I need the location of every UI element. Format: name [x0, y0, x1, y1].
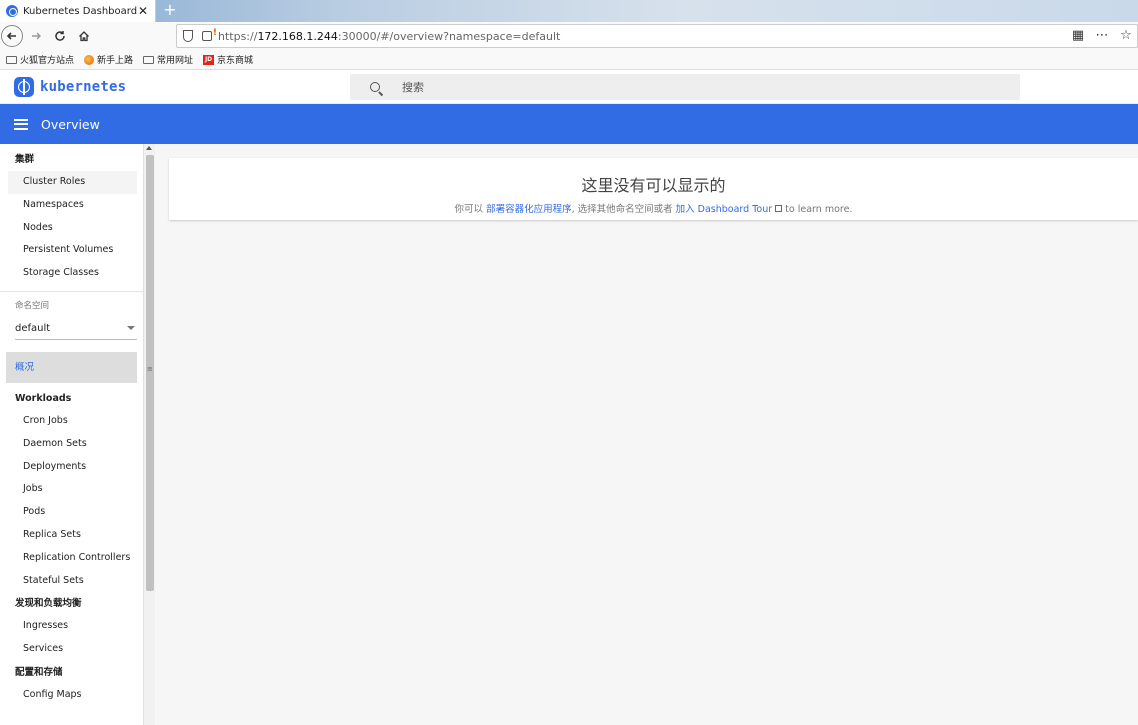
shield-icon[interactable] [183, 30, 193, 42]
search-bar[interactable] [350, 74, 1020, 100]
sidebar-divider [0, 290, 143, 292]
deploy-app-link[interactable]: 部署容器化应用程序 [486, 204, 572, 215]
sidebar-item-stateful-sets[interactable]: Stateful Sets [8, 570, 137, 593]
sidebar-item-replication-controllers[interactable]: Replication Controllers [8, 547, 137, 570]
bookmark-firefox-official[interactable]: 火狐官方站点 [6, 53, 74, 66]
page-toolbar: Overview [0, 104, 1138, 144]
bookmark-jd[interactable]: JD 京东商城 [203, 53, 253, 66]
main-content: 这里没有可以显示的 你可以 部署容器化应用程序, 选择其他命名空间或者 加入 D… [155, 144, 1138, 725]
sidebar-section-discovery[interactable]: 发现和负载均衡 [0, 592, 143, 615]
reload-button[interactable] [49, 25, 71, 47]
dashboard-tour-link[interactable]: 加入 Dashboard Tour [676, 204, 783, 215]
sidebar-item-deployments[interactable]: Deployments [8, 456, 137, 479]
bookmarks-bar: 火狐官方站点 新手上路 常用网址 JD 京东商城 [0, 50, 1138, 70]
sidebar: 集群 Cluster Roles Namespaces Nodes Persis… [0, 144, 143, 725]
sidebar-item-overview[interactable]: 概况 [6, 351, 137, 383]
sidebar-item-cron-jobs[interactable]: Cron Jobs [8, 410, 137, 433]
browser-tab[interactable]: Kubernetes Dashboard ✕ [0, 0, 156, 22]
kubernetes-wheel-icon [14, 77, 34, 97]
search-icon [370, 82, 380, 92]
page-title: Overview [41, 116, 100, 132]
insecure-lock-icon[interactable] [202, 28, 217, 41]
sidebar-item-pods[interactable]: Pods [8, 501, 137, 524]
sidebar-item-ingresses[interactable]: Ingresses [8, 615, 137, 638]
empty-state-card: 这里没有可以显示的 你可以 部署容器化应用程序, 选择其他命名空间或者 加入 D… [169, 158, 1138, 220]
scroll-up-arrow-icon[interactable] [146, 146, 152, 150]
kubernetes-logo[interactable]: kubernetes [14, 77, 126, 97]
sidebar-scrollbar[interactable]: ≡ [143, 144, 155, 725]
browser-navbar: https://172.168.1.244:30000/#/overview?n… [0, 22, 1138, 50]
namespace-label: 命名空间 [15, 300, 50, 311]
empty-state-message: 你可以 部署容器化应用程序, 选择其他命名空间或者 加入 Dashboard T… [454, 204, 853, 215]
firefox-icon [84, 54, 95, 65]
sidebar-item-daemon-sets[interactable]: Daemon Sets [8, 433, 137, 456]
hamburger-menu-icon[interactable] [14, 118, 28, 130]
more-actions-icon[interactable]: ⋯ [1095, 28, 1109, 43]
tab-title: Kubernetes Dashboard [23, 5, 137, 17]
forward-button[interactable] [25, 25, 47, 47]
close-tab-icon[interactable]: ✕ [137, 4, 149, 18]
folder-icon [143, 55, 155, 64]
address-bar[interactable]: https://172.168.1.244:30000/#/overview?n… [176, 24, 1138, 48]
sidebar-section-workloads[interactable]: Workloads [0, 387, 143, 410]
home-button[interactable] [73, 25, 95, 47]
url-actions: ▦ ⋯ ☆ [1071, 28, 1133, 43]
brand-name: kubernetes [40, 79, 127, 95]
external-link-icon [775, 205, 783, 212]
kubernetes-favicon-icon [6, 5, 18, 17]
jd-logo-icon: JD [203, 54, 215, 65]
sidebar-item-config-maps[interactable]: Config Maps [8, 684, 137, 707]
bookmark-star-icon[interactable]: ☆ [1119, 28, 1133, 43]
url-text[interactable]: https://172.168.1.244:30000/#/overview?n… [218, 30, 560, 43]
arrow-right-icon [32, 32, 41, 40]
namespace-value: default [15, 322, 51, 334]
new-tab-button[interactable]: + [160, 0, 180, 22]
home-icon [79, 31, 89, 42]
sidebar-item-cluster-roles[interactable]: Cluster Roles [8, 171, 137, 194]
sidebar-item-storage-classes[interactable]: Storage Classes [8, 262, 137, 285]
arrow-left-icon [6, 32, 16, 40]
sidebar-item-nodes[interactable]: Nodes [8, 217, 137, 240]
empty-state-heading: 这里没有可以显示的 [581, 176, 726, 195]
search-input[interactable] [402, 80, 1002, 94]
url-host: 172.168.1.244 [257, 29, 338, 43]
app-header: kubernetes [0, 70, 1138, 104]
namespace-select[interactable]: default [15, 318, 137, 340]
bookmark-getting-started[interactable]: 新手上路 [84, 53, 133, 66]
sidebar-section-cluster[interactable]: 集群 [0, 148, 143, 171]
scrollbar-grip-icon: ≡ [147, 365, 153, 373]
sidebar-item-persistent-volumes[interactable]: Persistent Volumes [8, 239, 137, 262]
sidebar-item-replica-sets[interactable]: Replica Sets [8, 524, 137, 547]
sidebar-item-namespaces[interactable]: Namespaces [8, 194, 137, 217]
sidebar-section-config[interactable]: 配置和存储 [0, 661, 143, 684]
folder-icon [6, 55, 17, 64]
bookmark-common-sites[interactable]: 常用网址 [143, 53, 193, 66]
browser-tab-strip: Kubernetes Dashboard ✕ + [0, 0, 1138, 22]
scrollbar-thumb[interactable] [146, 155, 154, 591]
qr-code-icon[interactable]: ▦ [1071, 28, 1085, 43]
dropdown-caret-icon [127, 326, 135, 331]
back-button[interactable] [1, 25, 23, 47]
sidebar-item-jobs[interactable]: Jobs [8, 478, 137, 501]
sidebar-item-services[interactable]: Services [8, 638, 137, 661]
reload-icon [55, 31, 65, 41]
